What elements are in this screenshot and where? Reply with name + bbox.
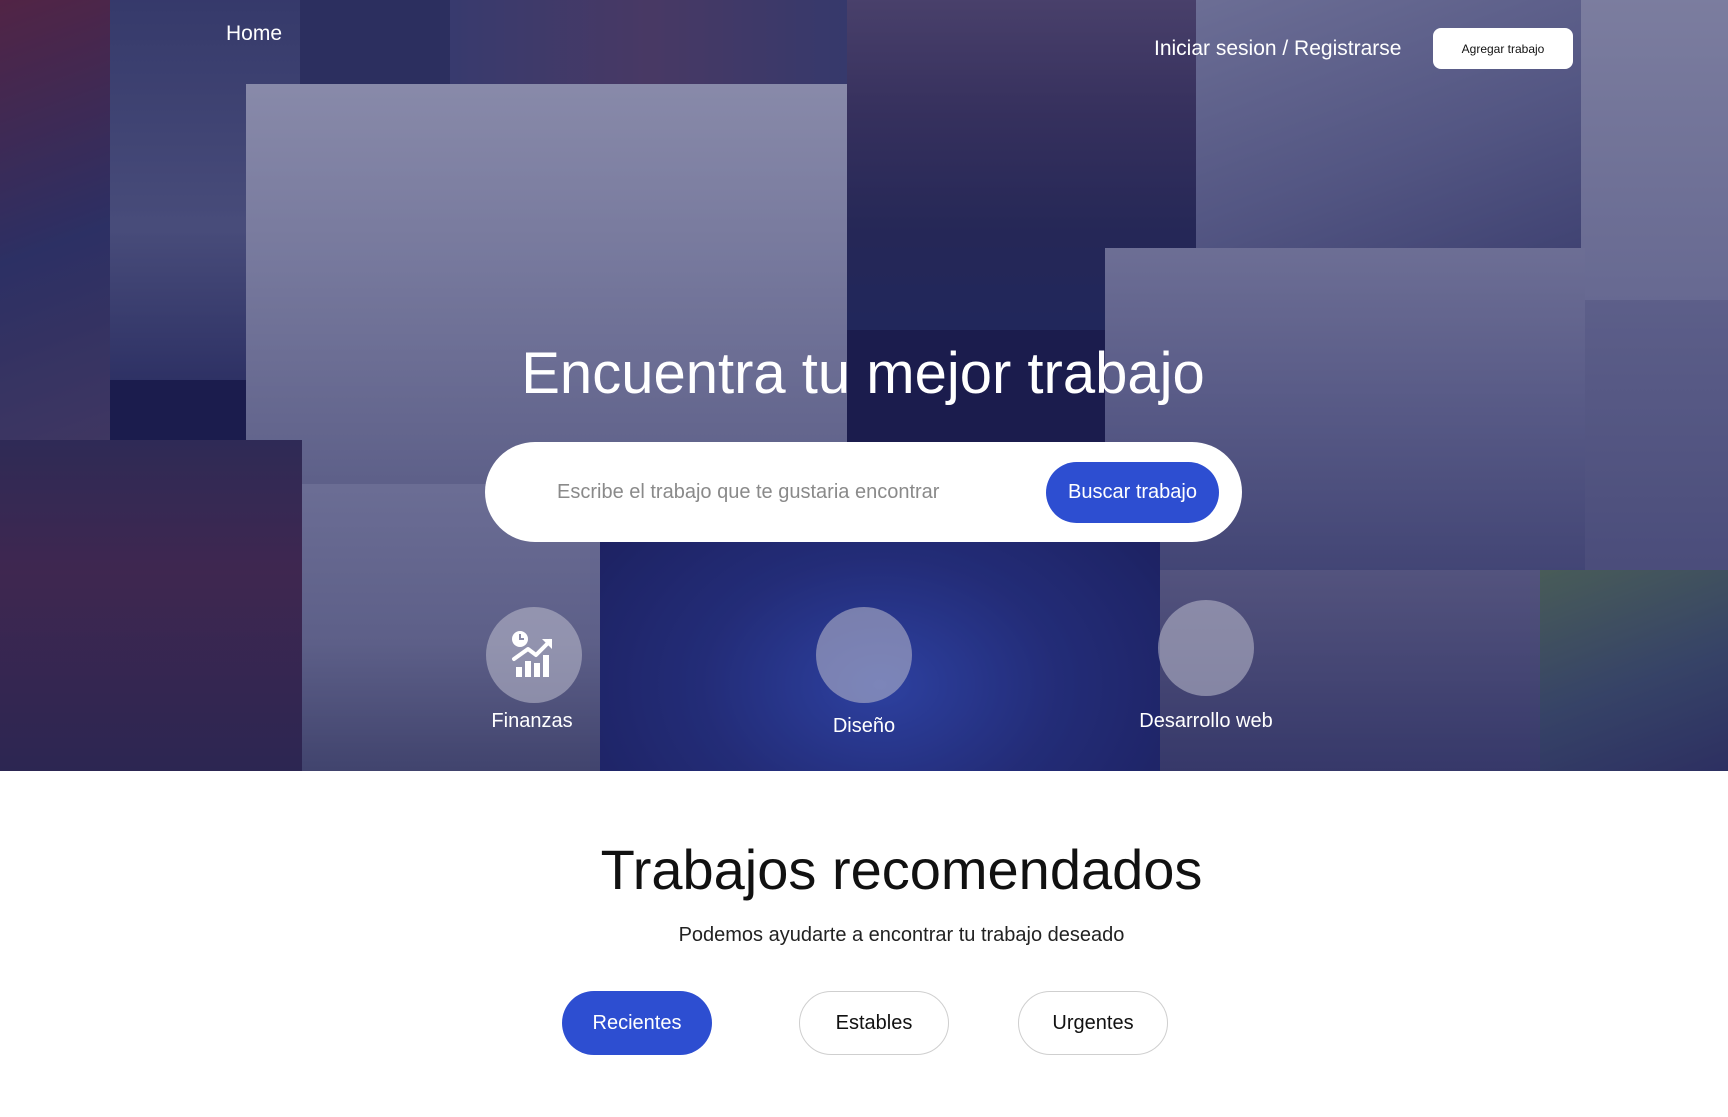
category-label-diseno: Diseño bbox=[832, 715, 896, 737]
hero-section: Home Iniciar sesion / Registrarse Agrega… bbox=[0, 0, 1728, 771]
category-circle[interactable] bbox=[486, 607, 582, 703]
web-dev-icon[interactable] bbox=[1158, 600, 1254, 696]
category-label-finanzas: Finanzas bbox=[491, 710, 573, 732]
add-job-button[interactable]: Agregar trabajo bbox=[1433, 28, 1573, 69]
nav-home-link[interactable]: Home bbox=[226, 22, 282, 46]
recommended-subtitle: Podemos ayudarte a encontrar tu trabajo … bbox=[678, 924, 1125, 946]
nav-login-register-link[interactable]: Iniciar sesion / Registrarse bbox=[1154, 37, 1401, 61]
filter-estables-button[interactable]: Estables bbox=[799, 991, 949, 1055]
filter-recientes-button[interactable]: Recientes bbox=[562, 991, 712, 1055]
category-label-desarrollo-web: Desarrollo web bbox=[1139, 710, 1273, 732]
chart-growth-icon bbox=[512, 631, 552, 677]
search-button[interactable]: Buscar trabajo bbox=[1046, 462, 1219, 523]
design-icon[interactable] bbox=[816, 607, 912, 703]
search-bar: Buscar trabajo bbox=[485, 442, 1242, 542]
filter-urgentes-button[interactable]: Urgentes bbox=[1018, 991, 1168, 1055]
hero-title: Encuentra tu mejor trabajo bbox=[521, 341, 1205, 406]
search-input[interactable] bbox=[557, 472, 977, 512]
recommended-title: Trabajos recomendados bbox=[600, 838, 1203, 901]
